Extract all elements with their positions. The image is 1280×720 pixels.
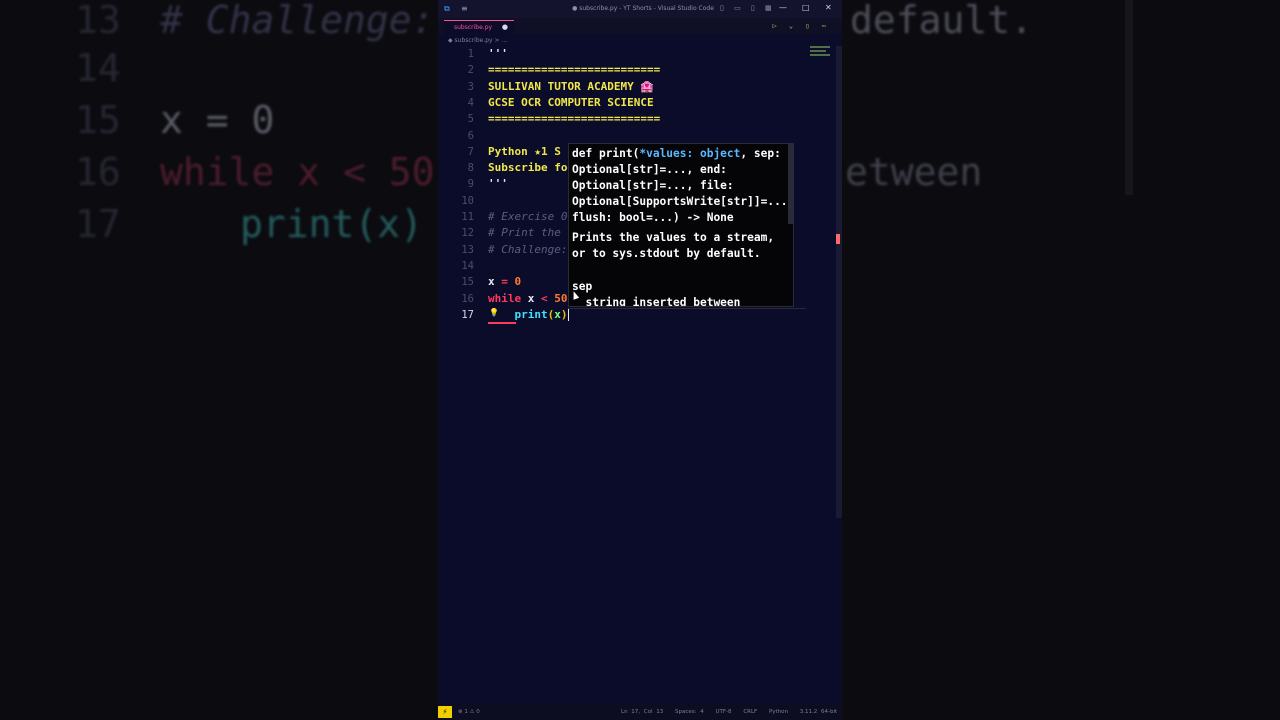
remote-indicator-icon[interactable]: ⚡ xyxy=(438,706,452,718)
doc-line: or to sys.stdout by default. xyxy=(572,247,761,260)
tab-bar: subscribe.py ● ▷ ⌄ ▯ ⋯ xyxy=(438,18,842,34)
minimap[interactable] xyxy=(810,46,832,66)
problems-count[interactable]: ⊗ 1 ⚠ 0 xyxy=(458,709,480,715)
text-cursor xyxy=(567,308,569,322)
doc-line: Prints the values to a stream, xyxy=(572,231,775,244)
bg-line-13: 13 # Challenge: default. xyxy=(75,0,1034,42)
error-squiggle xyxy=(488,322,516,324)
minimize-button[interactable]: — xyxy=(779,3,787,12)
indentation[interactable]: Spaces: 4 xyxy=(675,709,704,715)
bg-line-17: 17 print(x) xyxy=(75,202,424,246)
interpreter-version[interactable]: 3.11.2 64-bit xyxy=(800,709,837,715)
status-right-items: Ln 17, Col 13 Spaces: 4 UTF-8 CRLF Pytho… xyxy=(621,709,842,715)
bg-line-15: 15 x = 0 xyxy=(75,98,275,142)
lightbulb-icon[interactable]: 💡 xyxy=(489,308,499,317)
modified-dot-icon[interactable]: ● xyxy=(502,21,508,34)
bg-line-14: 14 xyxy=(75,46,121,90)
hamburger-menu-icon[interactable]: ≡ xyxy=(461,4,468,14)
scrollbar-error-marker xyxy=(836,234,840,244)
signature-line: def print(*values: object, sep: xyxy=(572,147,781,160)
hover-documentation-popup[interactable]: def print(*values: object, sep: Optional… xyxy=(568,143,794,307)
window-title: ● subscribe.py - YT Shorts - Visual Stud… xyxy=(572,5,714,12)
tab-subscribe-py[interactable]: subscribe.py ● xyxy=(444,20,514,34)
title-bar: ⧉ ≡ ● subscribe.py - YT Shorts - Visual … xyxy=(438,0,842,18)
encoding[interactable]: UTF-8 xyxy=(716,709,732,715)
layout-toggle-icons[interactable]: ▯ ▭ ▯ ▦ xyxy=(720,4,776,12)
line-ending[interactable]: CRLF xyxy=(743,709,757,715)
maximize-button[interactable]: □ xyxy=(802,3,810,12)
hover-scrollbar[interactable] xyxy=(788,144,793,224)
cursor-position[interactable]: Ln 17, Col 13 xyxy=(621,709,663,715)
signature-line: Optional[SupportsWrite[str]]=..., xyxy=(572,195,794,208)
vscode-window: ⧉ ≡ ● subscribe.py - YT Shorts - Visual … xyxy=(438,0,842,720)
doc-line: string inserted between xyxy=(572,296,741,307)
run-python-file-icon[interactable]: ▷ ⌄ ▯ ⋯ xyxy=(772,22,830,30)
signature-line: flush: bool=...) -> None xyxy=(572,211,734,224)
breadcrumb[interactable]: ◆ subscribe.py > ... xyxy=(448,37,507,44)
close-button[interactable]: ✕ xyxy=(825,3,832,12)
bg-line-16: 16 while x < 50 etween xyxy=(75,150,983,194)
signature-line: Optional[str]=..., file: xyxy=(572,179,734,192)
signature-line: Optional[str]=..., end: xyxy=(572,163,727,176)
status-bar: ⚡ ⊗ 1 ⚠ 0 Ln 17, Col 13 Spaces: 4 UTF-8 … xyxy=(438,704,842,720)
tab-label: subscribe.py xyxy=(454,24,493,31)
hover-divider xyxy=(568,308,806,309)
vscode-logo-icon: ⧉ xyxy=(444,4,450,13)
language-mode[interactable]: Python xyxy=(769,709,788,715)
background-scrollbar xyxy=(1125,0,1133,195)
editor-scrollbar[interactable] xyxy=(836,46,842,518)
